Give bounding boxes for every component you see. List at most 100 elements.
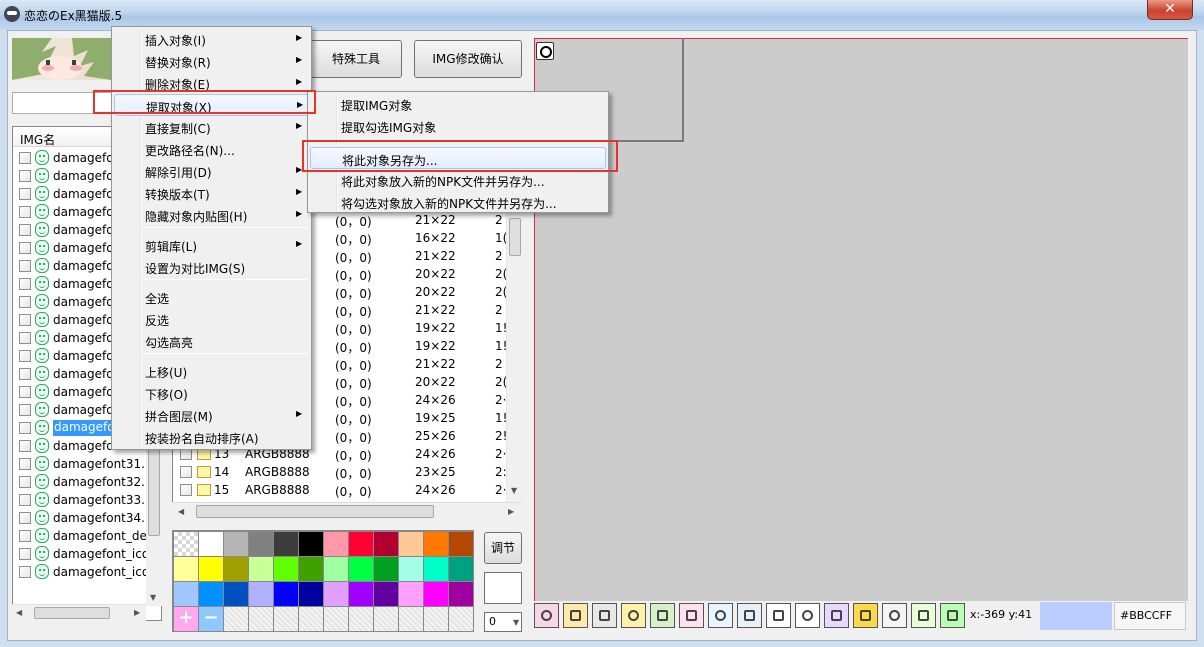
table-row[interactable]: 14 ARGB8888 (0，0) 23×25 2:: [173, 463, 513, 481]
special-tools-button[interactable]: 特殊工具: [310, 40, 402, 78]
scroll-left-arrow[interactable]: ◀: [178, 507, 184, 516]
palette-swatch[interactable]: [224, 582, 248, 606]
empty-palette-slot[interactable]: [449, 607, 473, 631]
list-item[interactable]: damagefont_icor: [13, 545, 147, 563]
palette-swatch[interactable]: [399, 532, 423, 556]
menu-item[interactable]: 提取对象(X) ▶: [114, 94, 309, 116]
menu-item[interactable]: 插入对象(I) ▶: [114, 28, 309, 50]
menu-item[interactable]: 替换对象(R) ▶: [114, 50, 309, 72]
row-checkbox[interactable]: [19, 332, 31, 344]
paw-tool-icon[interactable]: [679, 603, 704, 628]
menu-item[interactable]: 按装扮名自动排序(A): [114, 426, 309, 448]
empty-palette-slot[interactable]: [374, 607, 398, 631]
palette-swatch[interactable]: [449, 532, 473, 556]
magnifier-tool-icon[interactable]: [708, 603, 733, 628]
row-checkbox[interactable]: [19, 296, 31, 308]
list-item[interactable]: damagefont_icor: [13, 563, 147, 581]
row-checkbox[interactable]: [19, 242, 31, 254]
scroll-right-arrow[interactable]: ▶: [134, 608, 140, 617]
palette-swatch[interactable]: [349, 582, 373, 606]
row-checkbox[interactable]: [19, 368, 31, 380]
menu-item[interactable]: 上移(U): [114, 360, 309, 382]
frame-table-horizontal-scrollbar[interactable]: ◀ ▶: [172, 502, 522, 520]
row-checkbox[interactable]: [19, 458, 31, 470]
remove-color-button[interactable]: −: [199, 607, 223, 631]
row-checkbox[interactable]: [19, 440, 31, 452]
row-checkbox[interactable]: [19, 494, 31, 506]
submenu-item[interactable]: 提取IMG对象: [310, 93, 606, 115]
palette-swatch[interactable]: [249, 557, 273, 581]
menu-item[interactable]: 转换版本(T) ▶: [114, 182, 309, 204]
palette-swatch[interactable]: [374, 582, 398, 606]
row-checkbox[interactable]: [19, 476, 31, 488]
palette-swatch[interactable]: [274, 582, 298, 606]
bucket-tool-icon[interactable]: [940, 603, 965, 628]
list-item[interactable]: damagefont33.ir: [13, 491, 147, 509]
img-list-horizontal-scrollbar[interactable]: ◀ ▶: [12, 604, 146, 621]
scroll-right-arrow[interactable]: ▶: [508, 507, 514, 516]
table-row[interactable]: 15 ARGB8888 (0，0) 24×26 2·: [173, 481, 513, 499]
rectangle-tool-icon[interactable]: [853, 603, 878, 628]
palette-swatch[interactable]: [174, 582, 198, 606]
crop-tool-icon[interactable]: [766, 603, 791, 628]
adjust-button[interactable]: 调节: [484, 532, 522, 564]
palette-swatch[interactable]: [324, 582, 348, 606]
scrollbar-thumb[interactable]: [34, 607, 110, 619]
row-checkbox[interactable]: [19, 260, 31, 272]
palette-swatch[interactable]: [374, 557, 398, 581]
palette-swatch[interactable]: [449, 557, 473, 581]
palette-swatch[interactable]: [299, 582, 323, 606]
palette-swatch[interactable]: [199, 582, 223, 606]
extract-submenu[interactable]: 提取IMG对象 提取勾选IMG对象 将此对象另存为... 将此对象放入新的NPK文件并…: [307, 91, 609, 213]
palette-swatch[interactable]: [299, 532, 323, 556]
menu-item[interactable]: 删除对象(E) ▶: [114, 72, 309, 94]
palette-swatch[interactable]: [274, 532, 298, 556]
empty-palette-slot[interactable]: [224, 607, 248, 631]
menu-item[interactable]: 直接复制(C) ▶: [114, 116, 309, 138]
empty-palette-slot[interactable]: [349, 607, 373, 631]
row-checkbox[interactable]: [19, 224, 31, 236]
add-color-button[interactable]: +: [174, 607, 198, 631]
palette-swatch[interactable]: [224, 532, 248, 556]
palette-swatch[interactable]: [249, 582, 273, 606]
list-item[interactable]: damagefont_def: [13, 527, 147, 545]
row-checkbox[interactable]: [19, 566, 31, 578]
palette-swatch[interactable]: [249, 532, 273, 556]
zoom-select[interactable]: 0 ▼: [484, 612, 522, 632]
menu-item[interactable]: 拼合图层(M) ▶: [114, 404, 309, 426]
menu-item[interactable]: 下移(O): [114, 382, 309, 404]
empty-palette-slot[interactable]: [399, 607, 423, 631]
line-tool-icon[interactable]: [824, 603, 849, 628]
menu-item[interactable]: 更改路径名(N)...: [114, 138, 309, 160]
list-item[interactable]: damagefont32.ir: [13, 473, 147, 491]
eraser-tool-icon[interactable]: [882, 603, 907, 628]
menu-item[interactable]: 反选: [114, 308, 309, 330]
empty-palette-slot[interactable]: [424, 607, 448, 631]
color-preview[interactable]: [484, 572, 522, 604]
row-checkbox[interactable]: [19, 404, 31, 416]
submenu-item[interactable]: 将勾选对象放入新的NPK文件并另存为...: [310, 191, 606, 213]
palette-swatch[interactable]: [324, 557, 348, 581]
menu-item[interactable]: 设置为对比IMG(S): [114, 256, 309, 278]
palette-swatch[interactable]: [424, 532, 448, 556]
cat-tool-icon[interactable]: [621, 603, 646, 628]
row-checkbox[interactable]: [19, 350, 31, 362]
scrollbar-thumb[interactable]: [196, 505, 434, 518]
pencil-tool-icon[interactable]: [795, 603, 820, 628]
path-input[interactable]: [12, 92, 112, 114]
palette-swatch[interactable]: [399, 557, 423, 581]
row-checkbox[interactable]: [19, 548, 31, 560]
eyedropper-tool-icon[interactable]: [911, 603, 936, 628]
empty-palette-slot[interactable]: [274, 607, 298, 631]
row-checkbox[interactable]: [19, 314, 31, 326]
scroll-down-arrow[interactable]: ▼: [150, 593, 156, 602]
list-item[interactable]: damagefont31.ir: [13, 455, 147, 473]
palette-swatch[interactable]: [199, 532, 223, 556]
menu-item[interactable]: 隐藏对象内贴图(H) ▶: [114, 204, 309, 226]
layer-tool-icon[interactable]: [534, 603, 559, 628]
palette-swatch[interactable]: [174, 532, 198, 556]
palette-swatch[interactable]: [424, 557, 448, 581]
palette-swatch[interactable]: [299, 557, 323, 581]
palette-swatch[interactable]: [424, 582, 448, 606]
camera-tool-icon[interactable]: [650, 603, 675, 628]
